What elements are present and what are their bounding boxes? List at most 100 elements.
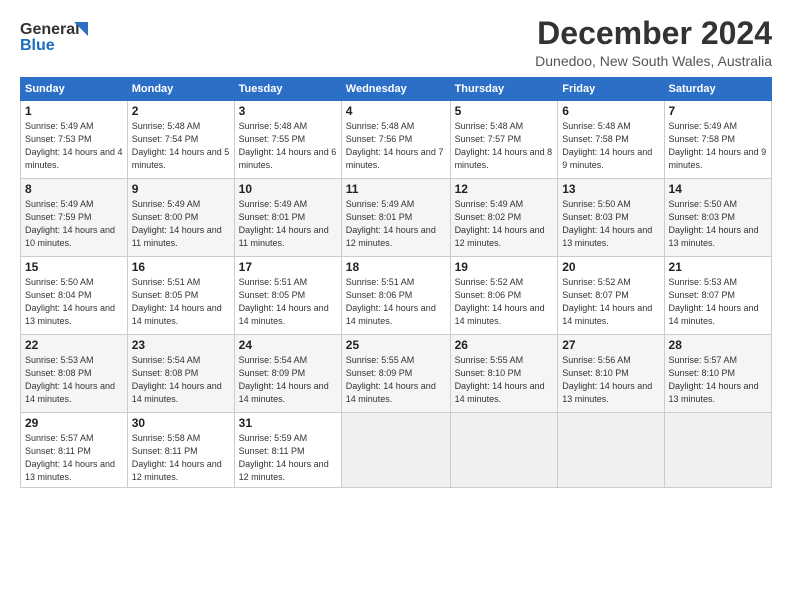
- day-number: 31: [239, 416, 337, 430]
- day-number: 24: [239, 338, 337, 352]
- logo: General Blue: [20, 16, 90, 56]
- calendar-cell: 23 Sunrise: 5:54 AM Sunset: 8:08 PM Dayl…: [127, 335, 234, 413]
- day-info: Sunrise: 5:50 AM Sunset: 8:03 PM Dayligh…: [669, 198, 767, 250]
- calendar-cell: 12 Sunrise: 5:49 AM Sunset: 8:02 PM Dayl…: [450, 179, 558, 257]
- calendar-cell: 20 Sunrise: 5:52 AM Sunset: 8:07 PM Dayl…: [558, 257, 664, 335]
- calendar-cell: 9 Sunrise: 5:49 AM Sunset: 8:00 PM Dayli…: [127, 179, 234, 257]
- day-info: Sunrise: 5:57 AM Sunset: 8:10 PM Dayligh…: [669, 354, 767, 406]
- day-info: Sunrise: 5:57 AM Sunset: 8:11 PM Dayligh…: [25, 432, 123, 484]
- day-number: 16: [132, 260, 230, 274]
- day-info: Sunrise: 5:49 AM Sunset: 7:53 PM Dayligh…: [25, 120, 123, 172]
- svg-text:General: General: [20, 21, 80, 38]
- calendar-cell: 24 Sunrise: 5:54 AM Sunset: 8:09 PM Dayl…: [234, 335, 341, 413]
- calendar-cell: 31 Sunrise: 5:59 AM Sunset: 8:11 PM Dayl…: [234, 413, 341, 488]
- calendar-cell: [450, 413, 558, 488]
- calendar-cell: 10 Sunrise: 5:49 AM Sunset: 8:01 PM Dayl…: [234, 179, 341, 257]
- day-info: Sunrise: 5:59 AM Sunset: 8:11 PM Dayligh…: [239, 432, 337, 484]
- day-number: 20: [562, 260, 659, 274]
- calendar-cell: 30 Sunrise: 5:58 AM Sunset: 8:11 PM Dayl…: [127, 413, 234, 488]
- day-info: Sunrise: 5:51 AM Sunset: 8:06 PM Dayligh…: [346, 276, 446, 328]
- calendar-cell: 1 Sunrise: 5:49 AM Sunset: 7:53 PM Dayli…: [21, 101, 128, 179]
- day-info: Sunrise: 5:52 AM Sunset: 8:06 PM Dayligh…: [455, 276, 554, 328]
- day-info: Sunrise: 5:49 AM Sunset: 7:58 PM Dayligh…: [669, 120, 767, 172]
- day-number: 14: [669, 182, 767, 196]
- location: Dunedoo, New South Wales, Australia: [535, 53, 772, 69]
- header-thursday: Thursday: [450, 78, 558, 101]
- header-friday: Friday: [558, 78, 664, 101]
- day-number: 11: [346, 182, 446, 196]
- day-info: Sunrise: 5:49 AM Sunset: 8:00 PM Dayligh…: [132, 198, 230, 250]
- calendar-cell: 17 Sunrise: 5:51 AM Sunset: 8:05 PM Dayl…: [234, 257, 341, 335]
- day-number: 8: [25, 182, 123, 196]
- day-number: 15: [25, 260, 123, 274]
- day-info: Sunrise: 5:53 AM Sunset: 8:07 PM Dayligh…: [669, 276, 767, 328]
- day-number: 6: [562, 104, 659, 118]
- calendar-cell: 5 Sunrise: 5:48 AM Sunset: 7:57 PM Dayli…: [450, 101, 558, 179]
- day-info: Sunrise: 5:51 AM Sunset: 8:05 PM Dayligh…: [132, 276, 230, 328]
- day-number: 22: [25, 338, 123, 352]
- day-number: 17: [239, 260, 337, 274]
- calendar-cell: 21 Sunrise: 5:53 AM Sunset: 8:07 PM Dayl…: [664, 257, 771, 335]
- logo-svg: General Blue: [20, 16, 90, 56]
- day-number: 30: [132, 416, 230, 430]
- calendar-cell: 28 Sunrise: 5:57 AM Sunset: 8:10 PM Dayl…: [664, 335, 771, 413]
- day-info: Sunrise: 5:54 AM Sunset: 8:08 PM Dayligh…: [132, 354, 230, 406]
- day-number: 29: [25, 416, 123, 430]
- month-title: December 2024: [535, 16, 772, 51]
- page: General Blue December 2024 Dunedoo, New …: [0, 0, 792, 612]
- day-number: 9: [132, 182, 230, 196]
- day-info: Sunrise: 5:49 AM Sunset: 8:01 PM Dayligh…: [239, 198, 337, 250]
- day-info: Sunrise: 5:54 AM Sunset: 8:09 PM Dayligh…: [239, 354, 337, 406]
- day-info: Sunrise: 5:49 AM Sunset: 8:02 PM Dayligh…: [455, 198, 554, 250]
- day-number: 26: [455, 338, 554, 352]
- header-sunday: Sunday: [21, 78, 128, 101]
- calendar-cell: 14 Sunrise: 5:50 AM Sunset: 8:03 PM Dayl…: [664, 179, 771, 257]
- header-tuesday: Tuesday: [234, 78, 341, 101]
- day-info: Sunrise: 5:55 AM Sunset: 8:09 PM Dayligh…: [346, 354, 446, 406]
- day-number: 21: [669, 260, 767, 274]
- day-number: 12: [455, 182, 554, 196]
- day-info: Sunrise: 5:56 AM Sunset: 8:10 PM Dayligh…: [562, 354, 659, 406]
- title-block: December 2024 Dunedoo, New South Wales, …: [535, 16, 772, 69]
- day-number: 18: [346, 260, 446, 274]
- calendar-cell: 8 Sunrise: 5:49 AM Sunset: 7:59 PM Dayli…: [21, 179, 128, 257]
- calendar-header-row: Sunday Monday Tuesday Wednesday Thursday…: [21, 78, 772, 101]
- svg-text:Blue: Blue: [20, 37, 55, 54]
- day-info: Sunrise: 5:53 AM Sunset: 8:08 PM Dayligh…: [25, 354, 123, 406]
- day-number: 3: [239, 104, 337, 118]
- day-info: Sunrise: 5:49 AM Sunset: 7:59 PM Dayligh…: [25, 198, 123, 250]
- day-number: 7: [669, 104, 767, 118]
- day-info: Sunrise: 5:48 AM Sunset: 7:54 PM Dayligh…: [132, 120, 230, 172]
- day-number: 28: [669, 338, 767, 352]
- calendar-cell: 15 Sunrise: 5:50 AM Sunset: 8:04 PM Dayl…: [21, 257, 128, 335]
- day-info: Sunrise: 5:50 AM Sunset: 8:03 PM Dayligh…: [562, 198, 659, 250]
- day-info: Sunrise: 5:48 AM Sunset: 7:58 PM Dayligh…: [562, 120, 659, 172]
- calendar-cell: 7 Sunrise: 5:49 AM Sunset: 7:58 PM Dayli…: [664, 101, 771, 179]
- calendar-cell: 4 Sunrise: 5:48 AM Sunset: 7:56 PM Dayli…: [341, 101, 450, 179]
- day-info: Sunrise: 5:52 AM Sunset: 8:07 PM Dayligh…: [562, 276, 659, 328]
- day-info: Sunrise: 5:49 AM Sunset: 8:01 PM Dayligh…: [346, 198, 446, 250]
- day-info: Sunrise: 5:50 AM Sunset: 8:04 PM Dayligh…: [25, 276, 123, 328]
- day-info: Sunrise: 5:48 AM Sunset: 7:56 PM Dayligh…: [346, 120, 446, 172]
- day-info: Sunrise: 5:51 AM Sunset: 8:05 PM Dayligh…: [239, 276, 337, 328]
- day-info: Sunrise: 5:48 AM Sunset: 7:55 PM Dayligh…: [239, 120, 337, 172]
- calendar-cell: 22 Sunrise: 5:53 AM Sunset: 8:08 PM Dayl…: [21, 335, 128, 413]
- calendar-cell: 27 Sunrise: 5:56 AM Sunset: 8:10 PM Dayl…: [558, 335, 664, 413]
- calendar-cell: [341, 413, 450, 488]
- calendar-cell: 26 Sunrise: 5:55 AM Sunset: 8:10 PM Dayl…: [450, 335, 558, 413]
- calendar-cell: [558, 413, 664, 488]
- day-info: Sunrise: 5:48 AM Sunset: 7:57 PM Dayligh…: [455, 120, 554, 172]
- day-number: 27: [562, 338, 659, 352]
- calendar-cell: 6 Sunrise: 5:48 AM Sunset: 7:58 PM Dayli…: [558, 101, 664, 179]
- day-number: 2: [132, 104, 230, 118]
- day-number: 10: [239, 182, 337, 196]
- day-number: 23: [132, 338, 230, 352]
- day-number: 4: [346, 104, 446, 118]
- calendar-cell: 3 Sunrise: 5:48 AM Sunset: 7:55 PM Dayli…: [234, 101, 341, 179]
- header-wednesday: Wednesday: [341, 78, 450, 101]
- day-number: 5: [455, 104, 554, 118]
- calendar-cell: 13 Sunrise: 5:50 AM Sunset: 8:03 PM Dayl…: [558, 179, 664, 257]
- calendar-cell: 18 Sunrise: 5:51 AM Sunset: 8:06 PM Dayl…: [341, 257, 450, 335]
- day-number: 1: [25, 104, 123, 118]
- calendar-cell: [664, 413, 771, 488]
